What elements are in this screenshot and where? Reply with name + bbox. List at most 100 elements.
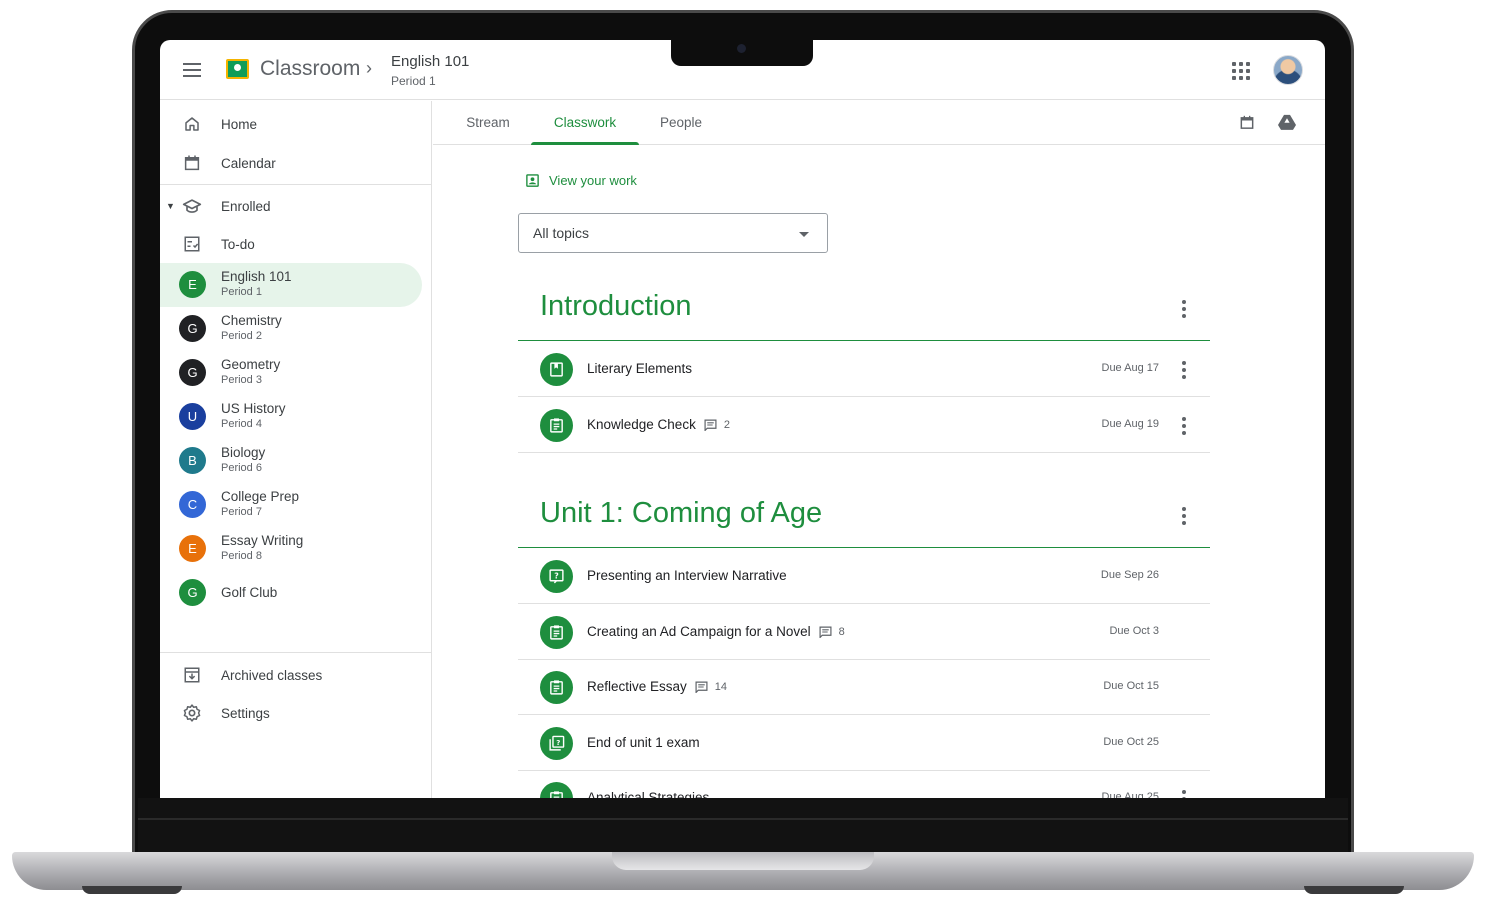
topic-title[interactable]: Unit 1: Coming of Age	[540, 497, 822, 530]
course-period: Period 6	[221, 462, 262, 474]
course-initial-avatar: U	[179, 403, 206, 430]
todo-checklist-icon	[182, 234, 202, 254]
sidebar-item-label: Settings	[221, 705, 270, 721]
more-options-icon[interactable]	[1182, 417, 1186, 435]
expand-caret-icon[interactable]: ▼	[166, 201, 175, 211]
topic-more-options-icon[interactable]	[1182, 300, 1186, 318]
laptop-foot-left	[82, 886, 182, 894]
tab-classwork[interactable]: Classwork	[531, 101, 639, 145]
course-period: Period 3	[221, 374, 262, 386]
course-initial-avatar: E	[179, 271, 206, 298]
class-tabs: Stream Classwork People	[433, 101, 1325, 145]
course-name: Golf Club	[221, 585, 278, 600]
laptop-hinge	[138, 818, 1348, 820]
view-your-work-link[interactable]: View your work	[525, 173, 637, 188]
classwork-item-title: Presenting an Interview Narrative	[587, 568, 787, 583]
sidebar-course-item[interactable]: B Biology Period 6	[160, 439, 422, 483]
camera-notch	[671, 40, 813, 66]
google-apps-icon[interactable]	[1232, 62, 1250, 80]
quiz-icon: ?	[540, 727, 573, 760]
sidebar-item-enrolled[interactable]: ▼ Enrolled	[160, 187, 422, 225]
svg-text:?: ?	[554, 572, 559, 581]
google-drive-folder-icon[interactable]	[1278, 114, 1296, 135]
course-name: Chemistry	[221, 313, 282, 328]
comment-icon	[819, 626, 832, 638]
classwork-item[interactable]: Literary Elements Due Aug 17	[518, 341, 1210, 397]
classwork-item[interactable]: ? End of unit 1 exam Due Oct 25	[518, 715, 1210, 771]
classwork-item-title-row: End of unit 1 exam	[587, 735, 700, 750]
material-icon	[540, 353, 573, 386]
sidebar-item-label: Enrolled	[221, 198, 271, 214]
sidebar-item-todo[interactable]: To-do	[160, 225, 422, 263]
comment-count-value: 8	[838, 625, 845, 638]
course-initial-avatar: C	[179, 491, 206, 518]
divider	[160, 652, 432, 653]
course-initial-avatar: G	[179, 579, 206, 606]
sidebar-item-label: Archived classes	[221, 667, 323, 683]
breadcrumb-class-name[interactable]: English 101	[391, 53, 469, 70]
due-date: Due Aug 25	[1101, 791, 1160, 798]
due-date: Due Oct 15	[1103, 680, 1159, 692]
classwork-item-title: Literary Elements	[587, 361, 693, 376]
course-initial-avatar: G	[179, 359, 206, 386]
sidebar-course-item[interactable]: G Geometry Period 3	[160, 351, 422, 395]
sidebar-course-item[interactable]: U US History Period 4	[160, 395, 422, 439]
course-initial-avatar: B	[179, 447, 206, 474]
more-options-icon[interactable]	[1182, 361, 1186, 379]
dropdown-arrow-icon	[799, 232, 809, 237]
laptop-opening-notch	[612, 852, 874, 870]
sidebar-item-label: To-do	[221, 236, 255, 252]
topic-title[interactable]: Introduction	[540, 290, 692, 323]
classwork-item-title: Analytical Strategies	[587, 790, 710, 798]
assignment-icon	[540, 782, 573, 798]
sidebar-item-archived-classes[interactable]: Archived classes	[160, 656, 422, 694]
sidebar-course-item[interactable]: G Golf Club	[160, 571, 422, 615]
comment-count: 14	[695, 681, 727, 693]
comment-icon	[704, 419, 717, 431]
topic-filter-select[interactable]: All topics	[518, 213, 828, 253]
due-date: Due Aug 17	[1101, 362, 1160, 374]
classwork-item-title-row: Presenting an Interview Narrative	[587, 568, 787, 583]
classwork-item[interactable]: Reflective Essay 14 Due Oct 15	[518, 659, 1210, 715]
account-avatar[interactable]	[1273, 55, 1303, 85]
sidebar-course-item[interactable]: C College Prep Period 7	[160, 483, 422, 527]
tab-stream[interactable]: Stream	[453, 101, 523, 145]
google-calendar-icon[interactable]	[1239, 114, 1255, 136]
comment-count-value: 14	[714, 680, 728, 693]
classwork-item[interactable]: Creating an Ad Campaign for a Novel 8 Due …	[518, 604, 1210, 660]
classwork-item[interactable]: ? Presenting an Interview Narrative Due Se…	[518, 548, 1210, 604]
calendar-icon	[182, 153, 202, 173]
sidebar-course-item[interactable]: G Chemistry Period 2	[160, 307, 422, 351]
classroom-logo-icon[interactable]	[226, 59, 249, 79]
course-name: Geometry	[221, 357, 281, 372]
sidebar-item-label: Calendar	[221, 155, 276, 171]
sidebar-item-label: Home	[221, 116, 258, 132]
comment-count: 8	[819, 626, 845, 638]
laptop-chin	[138, 798, 1348, 854]
due-date: Due Sep 26	[1100, 569, 1159, 581]
app-title[interactable]: Classroom	[260, 57, 360, 81]
classwork-item-title: Creating an Ad Campaign for a Novel	[587, 624, 811, 639]
archive-icon	[182, 665, 202, 685]
sidebar-item-home[interactable]: Home	[160, 105, 422, 143]
course-name: Biology	[221, 445, 266, 460]
sidebar-course-item[interactable]: E English 101 Period 1	[160, 263, 422, 307]
comment-icon	[695, 681, 708, 693]
sidebar-item-settings[interactable]: Settings	[160, 694, 422, 732]
topic-filter-value: All topics	[533, 225, 590, 241]
topic-more-options-icon[interactable]	[1182, 507, 1186, 525]
tab-people[interactable]: People	[647, 101, 715, 145]
course-period: Period 4	[221, 418, 262, 430]
main-menu-icon[interactable]	[174, 54, 210, 86]
question-icon: ?	[540, 560, 573, 593]
breadcrumb-class-period: Period 1	[391, 74, 436, 88]
course-period: Period 1	[221, 286, 262, 298]
classwork-item[interactable]: Knowledge Check 2 Due Aug 19	[518, 397, 1210, 453]
more-options-icon[interactable]	[1182, 790, 1186, 798]
classwork-item[interactable]: Analytical Strategies Due Aug 25	[518, 770, 1210, 798]
sidebar-course-item[interactable]: E Essay Writing Period 8	[160, 527, 422, 571]
sidebar-item-calendar[interactable]: Calendar	[160, 144, 422, 182]
view-work-icon	[526, 174, 539, 187]
assignment-icon	[540, 409, 573, 442]
home-icon	[182, 114, 202, 134]
